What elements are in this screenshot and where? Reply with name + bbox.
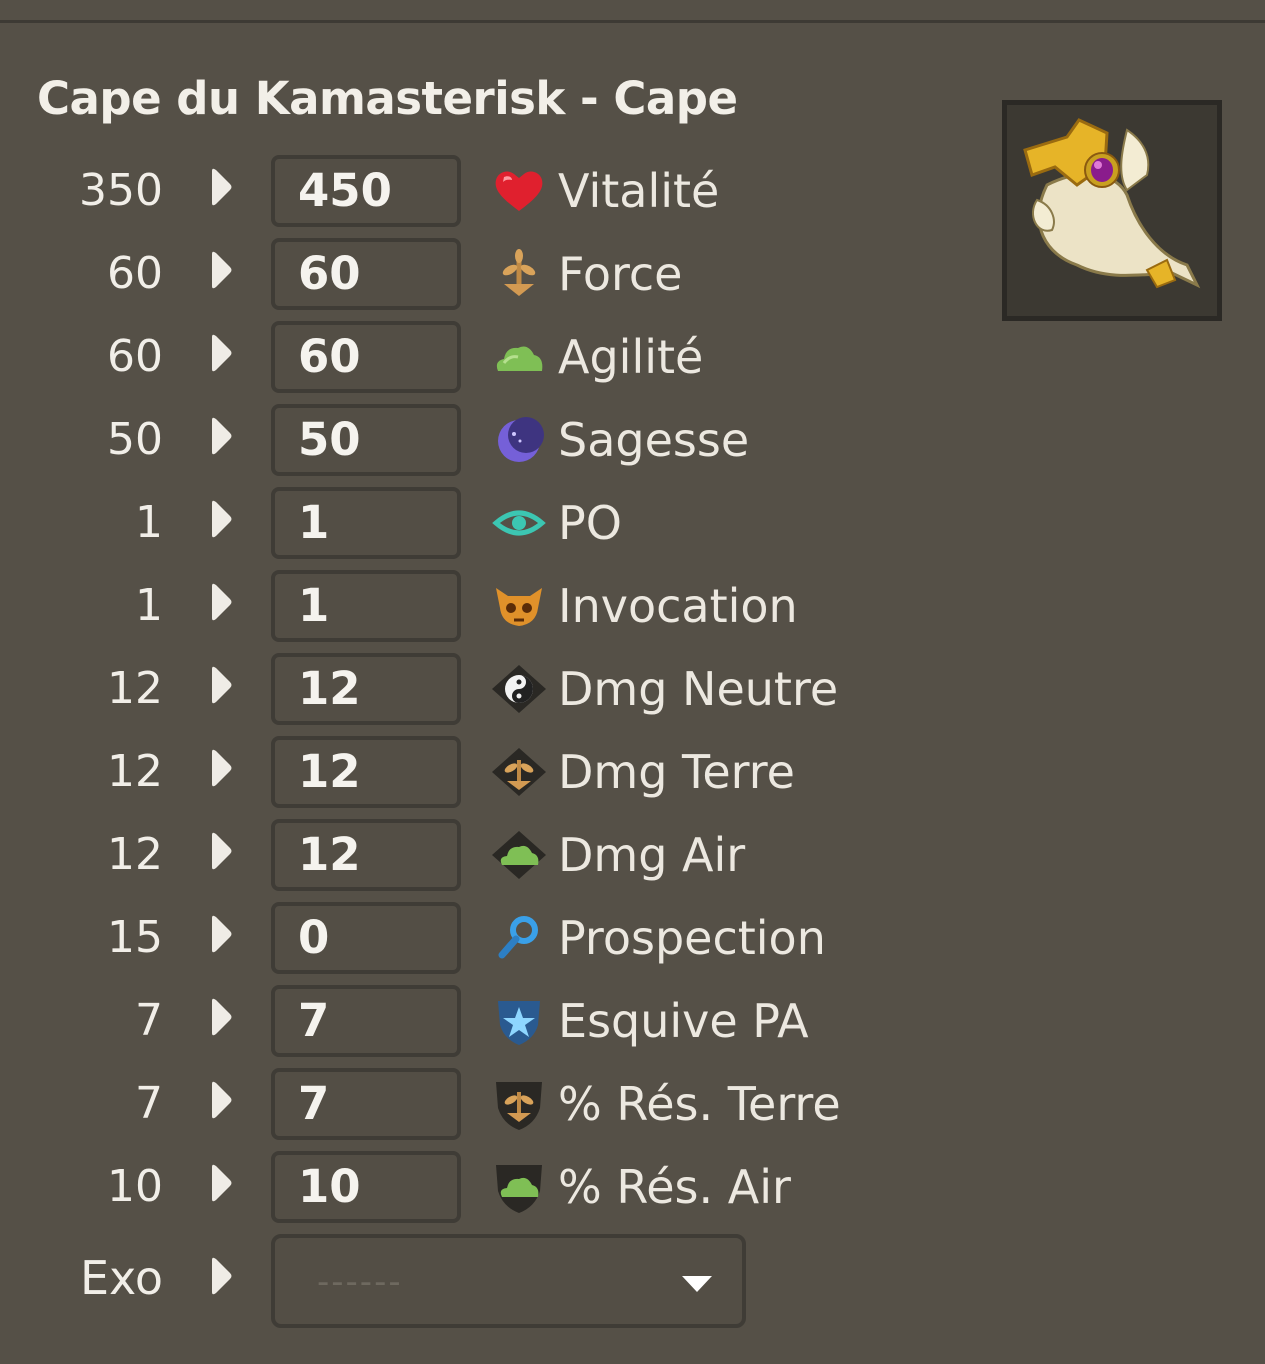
stat-name: Dmg Terre <box>558 745 795 799</box>
air-cloud-icon <box>490 331 548 383</box>
stat-value-input[interactable]: 1 <box>271 570 461 642</box>
stat-row: 60 60 Force <box>0 238 900 310</box>
stat-name: Invocation <box>558 579 798 633</box>
arrow-right-icon <box>208 333 234 373</box>
arrow-right-icon <box>208 1080 234 1120</box>
stat-base-value: 350 <box>79 165 163 216</box>
stat-name: Agilité <box>558 330 704 384</box>
earth-sprout-icon <box>490 248 548 300</box>
chevron-down-icon[interactable] <box>680 1274 714 1294</box>
stat-name: Force <box>558 247 683 301</box>
top-divider <box>0 20 1265 23</box>
stat-base-value: 7 <box>135 995 163 1046</box>
stat-name: Prospection <box>558 911 826 965</box>
exo-select[interactable]: ------ <box>271 1234 746 1328</box>
arrow-right-icon <box>208 582 234 622</box>
earth-shield-icon <box>490 1078 548 1130</box>
stat-row: 60 60 Agilité <box>0 321 900 393</box>
exo-placeholder: ------ <box>317 1262 403 1302</box>
arrow-right-icon <box>208 1256 234 1296</box>
arrow-right-icon <box>208 831 234 871</box>
stat-name: Vitalité <box>558 164 720 218</box>
stat-row: 10 10 % Rés. Air <box>0 1151 900 1223</box>
stat-row: 1 1 PO <box>0 487 900 559</box>
arrow-right-icon <box>208 167 234 207</box>
air-damage-icon <box>490 829 548 881</box>
stat-row: 50 50 Sagesse <box>0 404 900 476</box>
stat-base-value: 1 <box>135 497 163 548</box>
stat-value-input[interactable]: 12 <box>271 736 461 808</box>
arrow-right-icon <box>208 1163 234 1203</box>
stat-value-input[interactable]: 12 <box>271 819 461 891</box>
stat-value-input[interactable]: 1 <box>271 487 461 559</box>
stat-name: PO <box>558 496 622 550</box>
stat-base-value: 12 <box>107 829 163 880</box>
stat-value-input[interactable]: 450 <box>271 155 461 227</box>
yin-yang-icon <box>490 663 548 715</box>
earth-damage-icon <box>490 746 548 798</box>
stat-base-value: 60 <box>107 248 163 299</box>
stat-row: 12 12 Dmg Neutre <box>0 653 900 725</box>
stat-name: Sagesse <box>558 413 750 467</box>
stat-value-input[interactable]: 0 <box>271 902 461 974</box>
stat-base-value: 60 <box>107 331 163 382</box>
stat-value-input[interactable]: 10 <box>271 1151 461 1223</box>
stat-row: 1 1 Invocation <box>0 570 900 642</box>
star-shield-icon <box>490 995 548 1047</box>
stat-base-value: 1 <box>135 580 163 631</box>
stat-row: 15 0 Prospection <box>0 902 900 974</box>
arrow-right-icon <box>208 499 234 539</box>
skull-icon <box>490 580 548 632</box>
eye-icon <box>490 497 548 549</box>
moon-icon <box>490 414 548 466</box>
arrow-right-icon <box>208 914 234 954</box>
magnifier-icon <box>490 912 548 964</box>
stat-name: Dmg Air <box>558 828 746 882</box>
stat-value-input[interactable]: 12 <box>271 653 461 725</box>
stat-row: 7 7 Esquive PA <box>0 985 900 1057</box>
arrow-right-icon <box>208 748 234 788</box>
stat-name: % Rés. Terre <box>558 1077 841 1131</box>
stat-base-value: 15 <box>107 912 163 963</box>
stat-row: 7 7 % Rés. Terre <box>0 1068 900 1140</box>
exo-label: Exo <box>79 1251 163 1305</box>
stat-value-input[interactable]: 7 <box>271 1068 461 1140</box>
stat-name: % Rés. Air <box>558 1160 791 1214</box>
stat-base-value: 10 <box>107 1161 163 1212</box>
arrow-right-icon <box>208 416 234 456</box>
stat-value-input[interactable]: 50 <box>271 404 461 476</box>
stat-base-value: 12 <box>107 746 163 797</box>
stat-value-input[interactable]: 7 <box>271 985 461 1057</box>
air-shield-icon <box>490 1161 548 1213</box>
stat-row: 350 450 Vitalité <box>0 155 900 227</box>
cape-item-icon <box>1023 118 1201 289</box>
item-title: Cape du Kamasterisk - Cape <box>37 72 738 125</box>
heart-icon <box>490 165 548 217</box>
stat-base-value: 7 <box>135 1078 163 1129</box>
stat-row: 12 12 Dmg Terre <box>0 736 900 808</box>
arrow-right-icon <box>208 665 234 705</box>
arrow-right-icon <box>208 250 234 290</box>
stat-row: 12 12 Dmg Air <box>0 819 900 891</box>
stat-name: Esquive PA <box>558 994 809 1048</box>
stat-base-value: 50 <box>107 414 163 465</box>
stat-value-input[interactable]: 60 <box>271 321 461 393</box>
stat-base-value: 12 <box>107 663 163 714</box>
stat-value-input[interactable]: 60 <box>271 238 461 310</box>
stat-name: Dmg Neutre <box>558 662 839 716</box>
arrow-right-icon <box>208 997 234 1037</box>
exo-row: Exo ------ <box>0 1234 760 1328</box>
item-image <box>1002 100 1222 321</box>
